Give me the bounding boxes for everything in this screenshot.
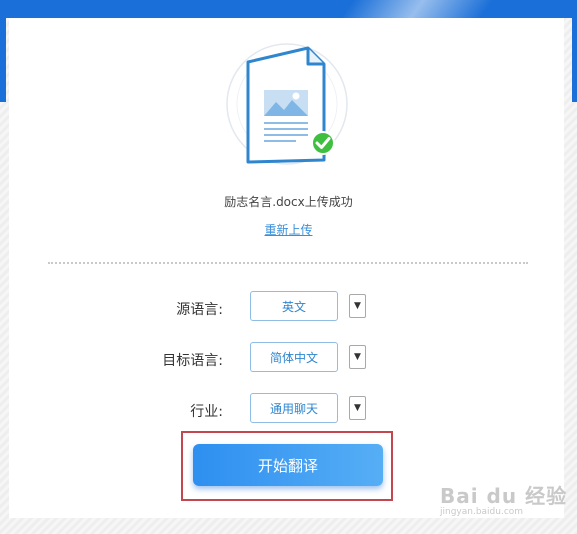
- industry-dropdown-arrow-icon[interactable]: ▼: [349, 396, 366, 420]
- start-translation-button[interactable]: 开始翻译: [193, 444, 383, 486]
- reupload-link[interactable]: 重新上传: [0, 221, 577, 238]
- right-accent-bar: [572, 18, 577, 102]
- document-upload-success-icon: [226, 43, 348, 165]
- upload-success-message: 励志名言.docx上传成功: [224, 195, 353, 209]
- industry-select[interactable]: 通用聊天: [250, 393, 338, 423]
- watermark-main: Bai du 经验: [440, 484, 568, 508]
- source-language-dropdown-arrow-icon[interactable]: ▼: [349, 294, 366, 318]
- target-language-dropdown-arrow-icon[interactable]: ▼: [349, 345, 366, 369]
- top-banner: [0, 0, 577, 18]
- target-language-label: 目标语言:: [162, 353, 223, 369]
- divider: [48, 262, 528, 264]
- source-language-label: 源语言:: [176, 302, 223, 318]
- left-accent-bar: [0, 18, 6, 102]
- industry-label: 行业:: [190, 404, 223, 420]
- baidu-jingyan-watermark: Bai du 经验 jingyan.baidu.com: [440, 480, 567, 517]
- source-language-select[interactable]: 英文: [250, 291, 338, 321]
- target-language-select[interactable]: 简体中文: [250, 342, 338, 372]
